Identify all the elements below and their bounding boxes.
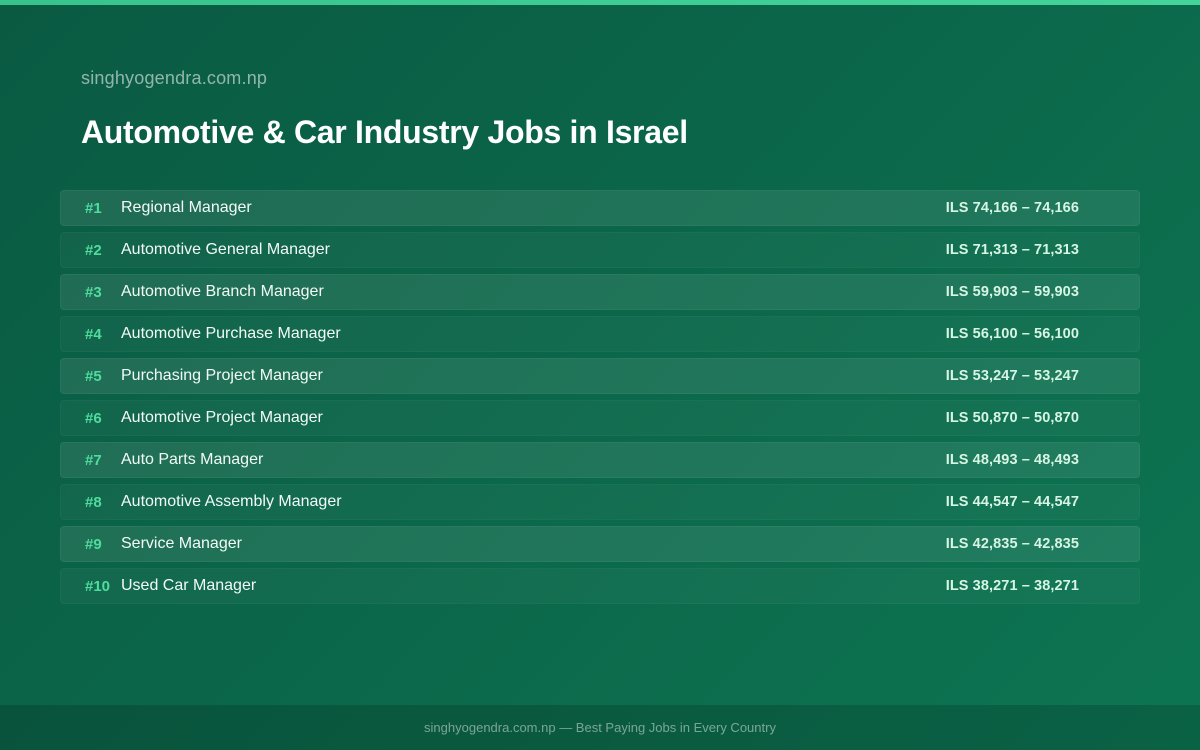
job-title: Automotive General Manager bbox=[121, 241, 330, 258]
job-title: Regional Manager bbox=[121, 199, 252, 216]
table-row: #7 Auto Parts Manager ILS 48,493 – 48,49… bbox=[60, 442, 1140, 478]
job-list: #1 Regional Manager ILS 74,166 – 74,166 … bbox=[60, 190, 1140, 610]
job-title: Purchasing Project Manager bbox=[121, 367, 323, 384]
table-row: #8 Automotive Assembly Manager ILS 44,54… bbox=[60, 484, 1140, 520]
job-salary: ILS 74,166 – 74,166 bbox=[945, 200, 1079, 216]
table-row: #6 Automotive Project Manager ILS 50,870… bbox=[60, 400, 1140, 436]
job-salary: ILS 71,313 – 71,313 bbox=[945, 242, 1079, 258]
table-row: #10 Used Car Manager ILS 38,271 – 38,271 bbox=[60, 568, 1140, 604]
job-rank: #10 bbox=[85, 577, 111, 595]
table-row: #2 Automotive General Manager ILS 71,313… bbox=[60, 232, 1140, 268]
job-title: Automotive Assembly Manager bbox=[121, 493, 342, 510]
footer-text: singhyogendra.com.np — Best Paying Jobs … bbox=[424, 720, 776, 735]
job-salary: ILS 48,493 – 48,493 bbox=[945, 452, 1079, 468]
job-rank: #2 bbox=[85, 241, 102, 259]
job-title: Used Car Manager bbox=[121, 577, 257, 594]
table-row: #5 Purchasing Project Manager ILS 53,247… bbox=[60, 358, 1140, 394]
table-row: #9 Service Manager ILS 42,835 – 42,835 bbox=[60, 526, 1140, 562]
job-salary: ILS 44,547 – 44,547 bbox=[945, 494, 1079, 510]
job-rank: #1 bbox=[85, 199, 102, 217]
job-rank: #8 bbox=[85, 493, 102, 511]
table-row: #4 Automotive Purchase Manager ILS 56,10… bbox=[60, 316, 1140, 352]
job-rank: #3 bbox=[85, 283, 102, 301]
job-rank: #7 bbox=[85, 451, 102, 469]
job-rank: #6 bbox=[85, 409, 102, 427]
job-salary: ILS 56,100 – 56,100 bbox=[945, 326, 1079, 342]
job-title: Automotive Purchase Manager bbox=[121, 325, 341, 342]
job-salary: ILS 53,247 – 53,247 bbox=[945, 368, 1079, 384]
job-rank: #9 bbox=[85, 535, 102, 553]
job-title: Auto Parts Manager bbox=[121, 451, 264, 468]
table-row: #1 Regional Manager ILS 74,166 – 74,166 bbox=[60, 190, 1140, 226]
top-accent-bar bbox=[0, 0, 1200, 5]
job-title: Automotive Branch Manager bbox=[121, 283, 324, 300]
job-rank: #5 bbox=[85, 367, 102, 385]
footer-bar: singhyogendra.com.np — Best Paying Jobs … bbox=[0, 705, 1200, 750]
job-title: Automotive Project Manager bbox=[121, 409, 323, 426]
job-rank: #4 bbox=[85, 325, 102, 343]
job-salary: ILS 50,870 – 50,870 bbox=[945, 410, 1079, 426]
job-salary: ILS 42,835 – 42,835 bbox=[945, 536, 1079, 552]
site-name: singhyogendra.com.np bbox=[81, 68, 268, 88]
table-row: #3 Automotive Branch Manager ILS 59,903 … bbox=[60, 274, 1140, 310]
job-title: Service Manager bbox=[121, 535, 242, 552]
job-salary: ILS 59,903 – 59,903 bbox=[945, 284, 1079, 300]
job-salary: ILS 38,271 – 38,271 bbox=[945, 578, 1079, 594]
page-title: Automotive & Car Industry Jobs in Israel bbox=[81, 114, 688, 150]
